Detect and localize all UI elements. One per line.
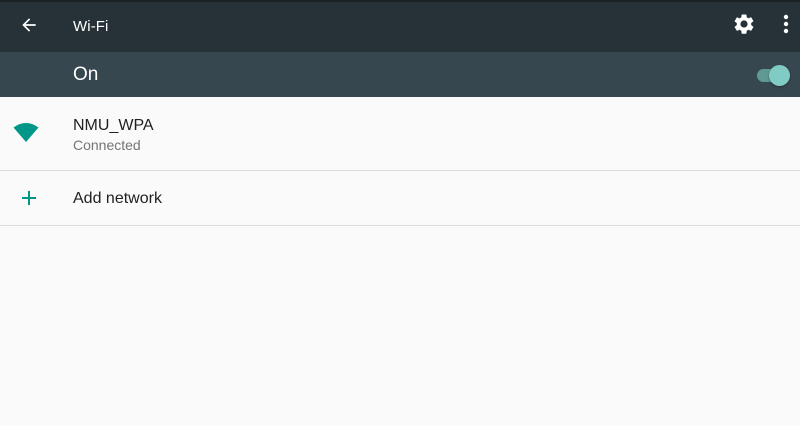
wifi-settings-screen: Wi-Fi On NMU_WPA Connected Add network <box>0 0 800 426</box>
arrow-back-icon <box>19 15 39 40</box>
network-ssid: NMU_WPA <box>73 117 154 134</box>
plus-icon <box>20 189 38 207</box>
app-bar: Wi-Fi <box>0 2 800 52</box>
add-network-item[interactable]: Add network <box>0 171 800 225</box>
network-list-item[interactable]: NMU_WPA Connected <box>0 97 800 170</box>
settings-button[interactable] <box>730 12 758 40</box>
list-divider <box>0 225 800 226</box>
wifi-master-switch-bar[interactable]: On <box>0 52 800 97</box>
wifi-toggle[interactable] <box>757 64 791 86</box>
overflow-menu-button[interactable] <box>776 12 796 40</box>
back-button[interactable] <box>13 12 45 42</box>
more-vert-icon <box>783 14 789 39</box>
network-status: Connected <box>73 137 141 153</box>
toggle-thumb <box>769 65 790 86</box>
switch-state-label: On <box>73 64 99 85</box>
add-network-label: Add network <box>73 190 162 207</box>
page-title: Wi-Fi <box>73 18 109 35</box>
gear-icon <box>732 12 756 41</box>
wifi-signal-icon <box>12 122 40 144</box>
